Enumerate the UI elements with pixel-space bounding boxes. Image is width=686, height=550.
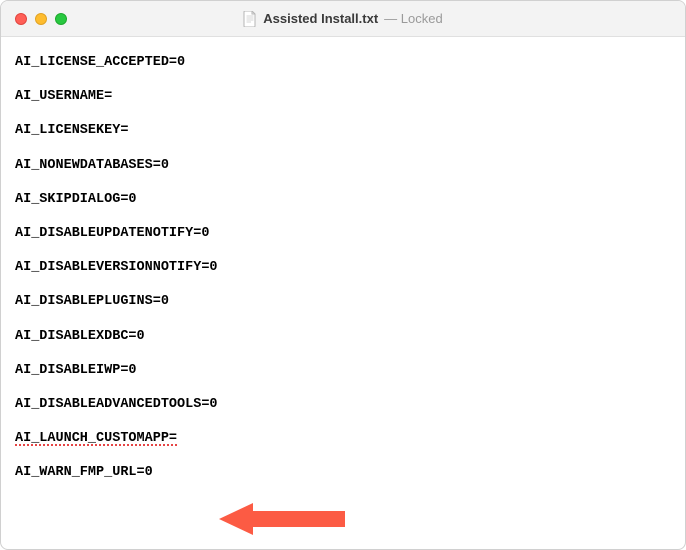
text-content[interactable]: AI_LICENSE_ACCEPTED=0 AI_USERNAME= AI_LICE…	[1, 37, 685, 517]
title-wrap: Assisted Install.txt — Locked	[1, 11, 685, 27]
window-controls	[1, 13, 67, 25]
text-line: AI_USERNAME=	[15, 89, 671, 105]
text-line: AI_DISABLEPLUGINS=0	[15, 294, 671, 310]
text-line: AI_DISABLEXDBC=0	[15, 329, 671, 345]
text-line: AI_DISABLEIWP=0	[15, 363, 671, 379]
text-line: AI_DISABLEUPDATENOTIFY=0	[15, 226, 671, 242]
text-editor-window: Assisted Install.txt — Locked AI_LICENSE…	[0, 0, 686, 550]
text-line: AI_NONEWDATABASES=0	[15, 158, 671, 174]
text-line: AI_WARN_FMP_URL=0	[15, 465, 671, 481]
text-line: AI_SKIPDIALOG=0	[15, 192, 671, 208]
zoom-icon[interactable]	[55, 13, 67, 25]
text-line: AI_DISABLEVERSIONNOTIFY=0	[15, 260, 671, 276]
text-line: AI_LAUNCH_CUSTOMAPP=	[15, 431, 671, 447]
text-line: AI_LICENSEKEY=	[15, 123, 671, 139]
titlebar: Assisted Install.txt — Locked	[1, 1, 685, 37]
text-line: AI_LICENSE_ACCEPTED=0	[15, 55, 671, 71]
text-line: AI_DISABLEADVANCEDTOOLS=0	[15, 397, 671, 413]
document-icon	[243, 11, 257, 27]
locked-status: — Locked	[384, 11, 443, 26]
window-title: Assisted Install.txt	[263, 11, 378, 26]
close-icon[interactable]	[15, 13, 27, 25]
minimize-icon[interactable]	[35, 13, 47, 25]
